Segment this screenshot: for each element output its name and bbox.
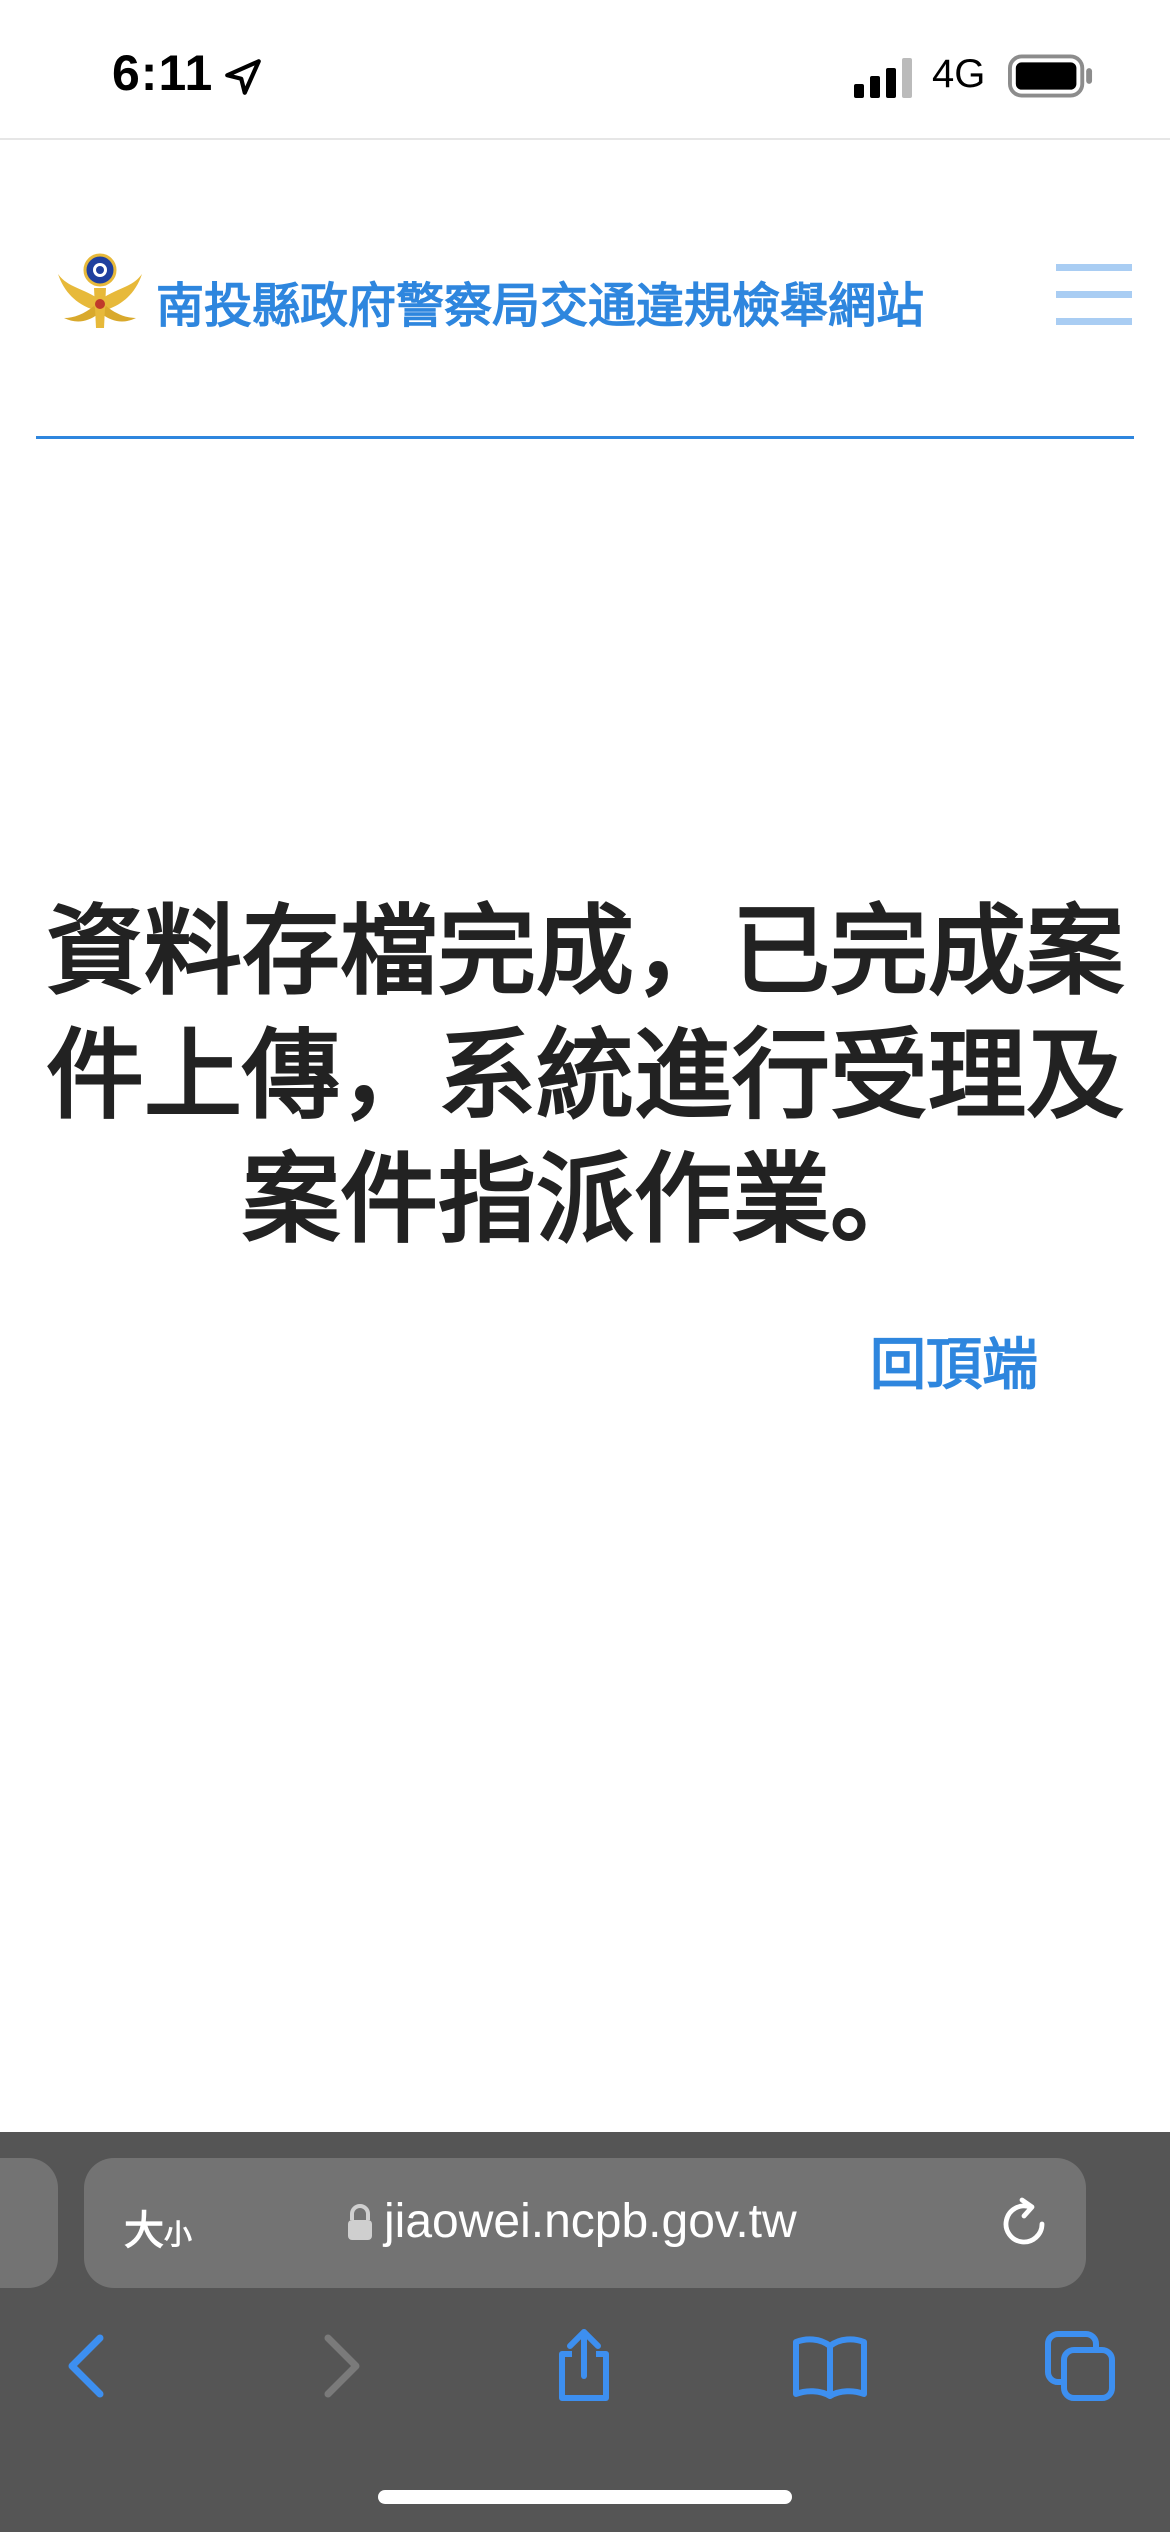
message-line: 案件指派作業。: [241, 1143, 928, 1257]
text-size-large-label: 大: [124, 2208, 164, 2254]
forward-arrow-icon[interactable]: [300, 2326, 380, 2406]
reload-icon[interactable]: [994, 2194, 1054, 2254]
browser-toolbar: 大小 jiaowei.ncpb.gov.tw: [0, 2132, 1170, 2532]
address-bar[interactable]: 大小 jiaowei.ncpb.gov.tw: [84, 2158, 1086, 2288]
share-icon[interactable]: [544, 2326, 624, 2406]
network-type: 4G: [932, 52, 986, 96]
menu-bar: [1056, 264, 1132, 271]
previous-tab-peek[interactable]: [0, 2158, 58, 2288]
bookmarks-icon[interactable]: [790, 2326, 870, 2406]
location-arrow-icon: [225, 59, 261, 95]
menu-bar: [1056, 318, 1132, 325]
message-line: 資料存檔完成，已完成案: [45, 895, 1124, 1009]
site-header: 南投縣政府警察局交通違規檢舉網站: [0, 140, 1170, 440]
lock-icon: [348, 2204, 372, 2240]
text-size-small-label: 小: [164, 2218, 193, 2251]
header-divider: [36, 436, 1134, 439]
signal-bars-icon: [854, 58, 912, 98]
back-to-top-link[interactable]: 回頂端: [870, 1320, 1038, 1401]
hamburger-menu-icon[interactable]: [1056, 264, 1136, 328]
tabs-icon[interactable]: [1040, 2326, 1120, 2406]
url-text[interactable]: jiaowei.ncpb.gov.tw: [384, 2194, 797, 2249]
message-line: 件上傳，系統進行受理及: [45, 1019, 1124, 1133]
home-indicator[interactable]: [378, 2490, 792, 2504]
status-time: 6:11: [112, 45, 214, 101]
battery-icon: [1008, 54, 1093, 98]
completion-message: 資料存檔完成，已完成案 件上傳，系統進行受理及 案件指派作業。: [40, 890, 1130, 1262]
text-size-button[interactable]: 大小: [124, 2198, 192, 2256]
back-arrow-icon[interactable]: [48, 2326, 128, 2406]
site-title[interactable]: 南投縣政府警察局交通違規檢舉網站: [156, 266, 924, 336]
screen: 6:11 4G 南投縣政府警察局交通違規檢舉網站 資料存檔完成，已完成案 件上傳…: [0, 0, 1170, 2532]
police-emblem-icon[interactable]: [54, 248, 146, 340]
status-bar: 6:11 4G: [0, 0, 1170, 140]
menu-bar: [1056, 291, 1132, 298]
